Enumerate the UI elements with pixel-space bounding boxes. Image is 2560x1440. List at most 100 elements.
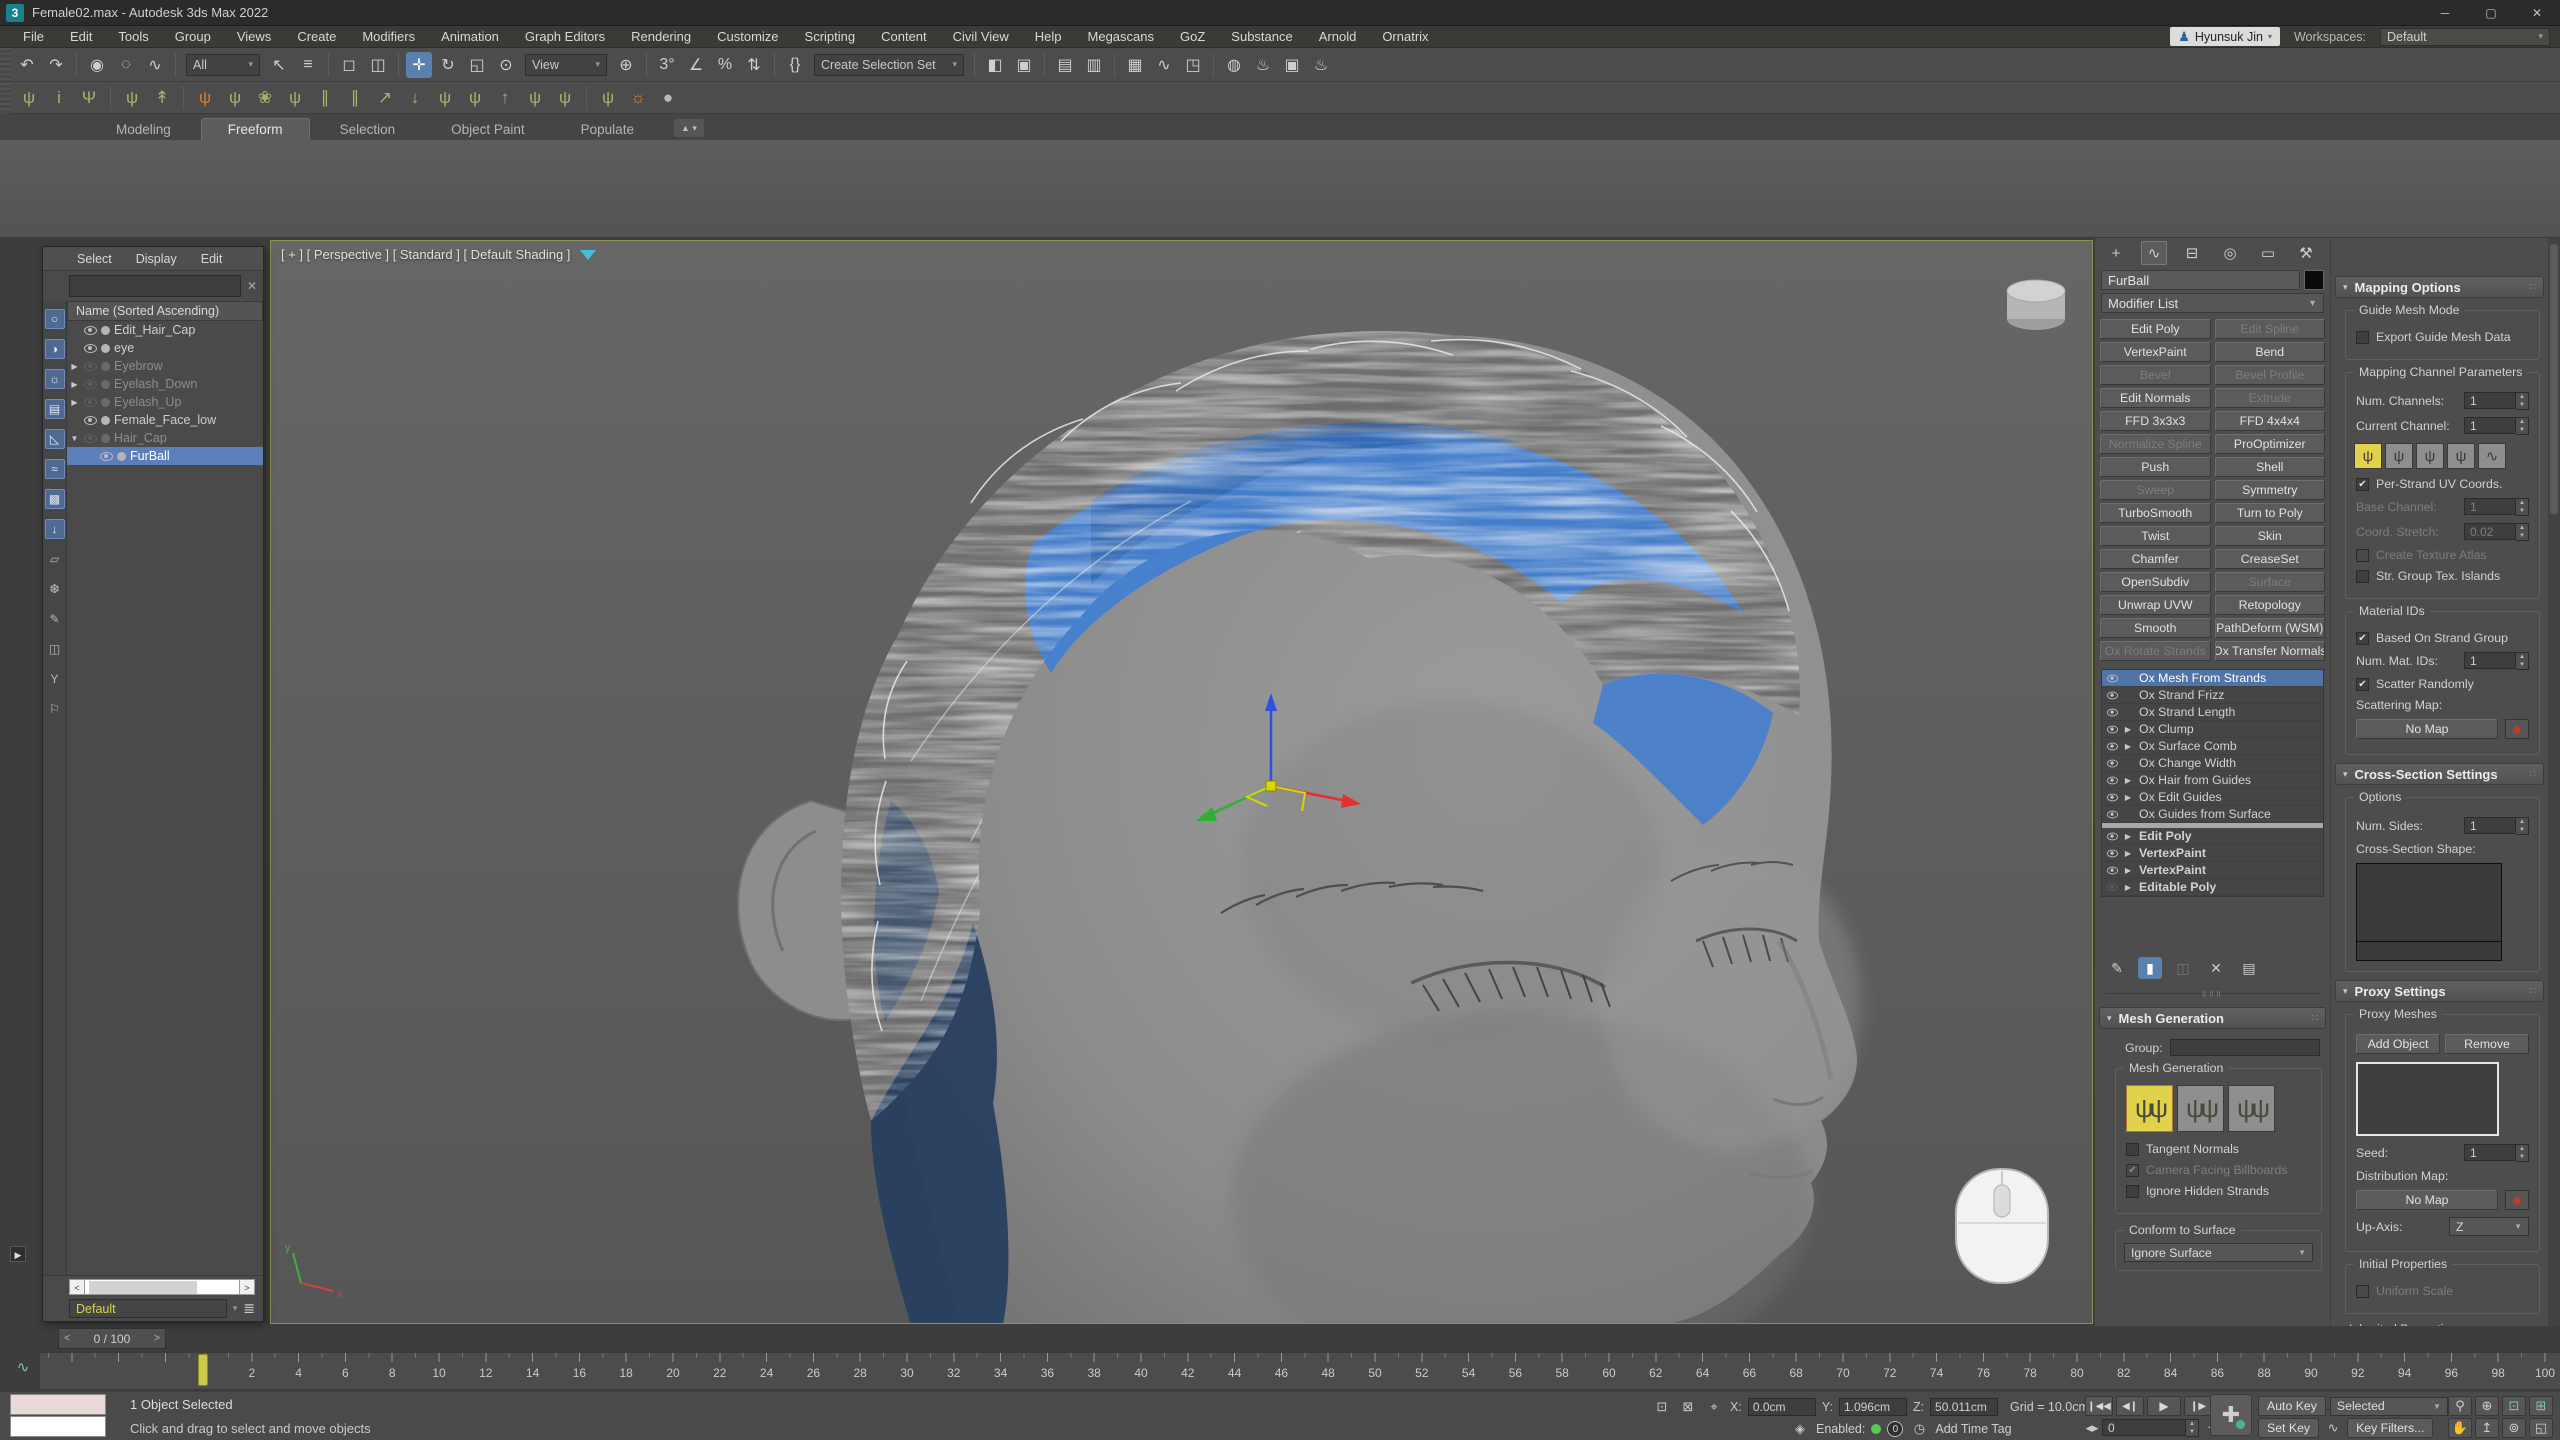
stack-item-ox-clump[interactable]: ▶Ox Clump — [2102, 721, 2323, 738]
add-object-button[interactable]: Add Object — [2356, 1034, 2440, 1054]
play-button[interactable]: ▶ — [2147, 1396, 2181, 1416]
select-and-rotate-icon[interactable]: ↻ — [435, 52, 461, 78]
selectable-dot-icon[interactable] — [101, 326, 110, 335]
visibility-eye-icon[interactable] — [2107, 776, 2118, 784]
menu-ornatrix[interactable]: Ornatrix — [1369, 26, 1441, 48]
mirror-icon[interactable]: ◧ — [982, 52, 1008, 78]
based-on-strand-group-checkbox[interactable]: ✔ — [2356, 632, 2369, 645]
display-shapes-icon[interactable]: ◑ — [45, 339, 65, 359]
key-filters-button[interactable]: Key Filters... — [2347, 1418, 2433, 1438]
uv-mode-flat-icon[interactable]: ψ — [2416, 443, 2444, 469]
maxscript-mini-listener-macro[interactable] — [10, 1394, 106, 1415]
frame-counter[interactable]: < 0 / 100 > — [58, 1328, 166, 1349]
modifier-button-edit-poly[interactable]: Edit Poly — [2100, 319, 2211, 339]
coord-stretch-spinner[interactable]: 0.02 ▲▼ — [2464, 523, 2529, 541]
menu-edit[interactable]: Edit — [57, 26, 105, 48]
list-item-edit-hair-cap[interactable]: Edit_Hair_Cap — [67, 321, 263, 339]
ox-strand-gravity-icon[interactable]: ↓ — [402, 86, 428, 110]
menu-animation[interactable]: Animation — [428, 26, 512, 48]
viewport-3d-scene[interactable]: x y — [271, 241, 2093, 1324]
ox-braid-icon[interactable]: ❀ — [252, 86, 278, 110]
modifier-button-push[interactable]: Push — [2100, 457, 2211, 477]
display-tab-icon[interactable]: ▭ — [2255, 241, 2281, 265]
selection-lock-icon[interactable]: ⊠ — [1678, 1397, 1698, 1417]
expand-arrow-icon[interactable]: ▶ — [2123, 793, 2133, 802]
new-key-settings-icon[interactable]: ∿ — [2323, 1418, 2343, 1438]
tab-modeling[interactable]: Modeling — [90, 119, 197, 140]
modify-tab-icon[interactable]: ∿ — [2141, 241, 2167, 265]
rollout-cross-section[interactable]: ▾ Cross-Section Settings ∷ — [2335, 763, 2544, 785]
explorer-sort-header[interactable]: Name (Sorted Ascending) — [67, 301, 263, 321]
rollout-divider[interactable]: ⠿⠿⠿ — [2105, 993, 2320, 1001]
filter-flag-icon[interactable]: ⚐ — [45, 699, 65, 719]
mesh-mode-cylindrical-icon[interactable]: ψψ — [2126, 1085, 2173, 1132]
expand-arrow-icon[interactable]: ▶ — [2123, 725, 2133, 734]
expand-arrow-icon[interactable]: ▶ — [2123, 776, 2133, 785]
list-item-furball[interactable]: FurBall — [67, 447, 263, 465]
visibility-eye-icon[interactable] — [2107, 866, 2118, 874]
visibility-eye-icon[interactable] — [2107, 725, 2118, 733]
render-setup-icon[interactable]: ♨ — [1250, 52, 1276, 78]
rectangular-selection-region-icon[interactable]: ◻ — [336, 52, 362, 78]
stack-item-vertexpaint[interactable]: ▶VertexPaint — [2102, 845, 2323, 862]
ox-preview-lamp-icon[interactable]: ☼ — [625, 86, 651, 110]
angle-snap-icon[interactable]: ∠ — [683, 52, 709, 78]
ox-add-hair-icon[interactable]: ψ — [16, 86, 42, 110]
expand-arrow-icon[interactable]: ▶ — [69, 398, 80, 407]
current-channel-spinner[interactable]: 1 ▲▼ — [2464, 417, 2529, 435]
snaps-toggle-icon[interactable]: 3° — [654, 52, 680, 78]
previous-frame-button[interactable]: ◀❙ — [2116, 1396, 2144, 1416]
rollout-mesh-generation[interactable]: ▾ Mesh Generation ∷ — [2099, 1007, 2326, 1029]
orbit-icon[interactable]: ⊚ — [2502, 1418, 2526, 1438]
user-account-chip[interactable]: ♟ Hyunsuk Jin ▾ — [2170, 27, 2280, 46]
menu-goz[interactable]: GoZ — [1167, 26, 1218, 48]
expand-arrow-icon[interactable]: ▶ — [69, 362, 80, 371]
menu-help[interactable]: Help — [1022, 26, 1075, 48]
toggle-layer-explorer-icon[interactable]: ▥ — [1081, 52, 1107, 78]
menu-group[interactable]: Group — [162, 26, 224, 48]
display-import-icon[interactable]: ↓ — [45, 519, 65, 539]
visibility-eye-icon[interactable] — [84, 398, 97, 407]
prev-frame-arrow[interactable]: < — [59, 1333, 75, 1344]
toggle-ribbon-icon[interactable]: ▦ — [1122, 52, 1148, 78]
visibility-eye-icon[interactable] — [2107, 849, 2118, 857]
selectable-dot-icon[interactable] — [101, 380, 110, 389]
transform-type-in-icon[interactable]: ⌖ — [1704, 1397, 1724, 1417]
ox-lock-guides-icon[interactable]: ψ — [119, 86, 145, 110]
conform-to-surface-dropdown[interactable]: Ignore Surface ▼ — [2124, 1243, 2313, 1262]
stack-item-ox-strand-length[interactable]: Ox Strand Length — [2102, 704, 2323, 721]
visibility-eye-icon[interactable] — [2107, 691, 2118, 699]
menu-create[interactable]: Create — [284, 26, 349, 48]
scattering-map-slot-icon[interactable]: ◆ — [2505, 719, 2529, 739]
scroll-left-button[interactable]: < — [69, 1279, 85, 1295]
menu-scripting[interactable]: Scripting — [792, 26, 869, 48]
visibility-eye-icon[interactable] — [2107, 810, 2118, 818]
viewport-filter-icon[interactable] — [580, 250, 596, 260]
proxy-mesh-list[interactable] — [2356, 1062, 2499, 1136]
list-item-eyelash-up[interactable]: ▶Eyelash_Up — [67, 393, 263, 411]
uv-mode-per-strand-icon[interactable]: ψ — [2354, 443, 2382, 469]
modifier-button-turbosmooth[interactable]: TurboSmooth — [2100, 503, 2211, 523]
modifier-button-ox-transfer-normals[interactable]: Ox Transfer Normals — [2215, 641, 2326, 661]
stack-item-vertexpaint[interactable]: ▶VertexPaint — [2102, 862, 2323, 879]
remove-modifier-icon[interactable]: ✕ — [2204, 957, 2228, 979]
container-status-icon[interactable]: ◈ — [1790, 1419, 1810, 1439]
hierarchy-tab-icon[interactable]: ⊟ — [2179, 241, 2205, 265]
filter-annotation-icon[interactable]: ✎ — [45, 609, 65, 629]
menu-substance[interactable]: Substance — [1218, 26, 1305, 48]
pan-view-icon[interactable]: ✋ — [2448, 1418, 2472, 1438]
curve-editor-icon[interactable]: ∿ — [1151, 52, 1177, 78]
modifier-button-retopology[interactable]: Retopology — [2215, 595, 2326, 615]
expand-arrow-icon[interactable]: ▶ — [2123, 883, 2133, 892]
tab-populate[interactable]: Populate — [555, 119, 660, 140]
menu-content[interactable]: Content — [868, 26, 940, 48]
object-color-swatch[interactable] — [2304, 270, 2324, 290]
time-tag-icon[interactable]: ◷ — [1909, 1419, 1929, 1439]
reference-coordinate-dropdown[interactable]: View▾ — [525, 54, 607, 76]
visibility-eye-icon[interactable] — [84, 362, 97, 371]
uniform-scale-checkbox[interactable] — [2356, 1285, 2369, 1298]
tab-selection[interactable]: Selection — [314, 119, 422, 140]
ox-raise-guides-icon[interactable]: ↟ — [149, 86, 175, 110]
visibility-eye-icon[interactable] — [84, 434, 97, 443]
scatter-randomly-checkbox[interactable]: ✔ — [2356, 678, 2369, 691]
